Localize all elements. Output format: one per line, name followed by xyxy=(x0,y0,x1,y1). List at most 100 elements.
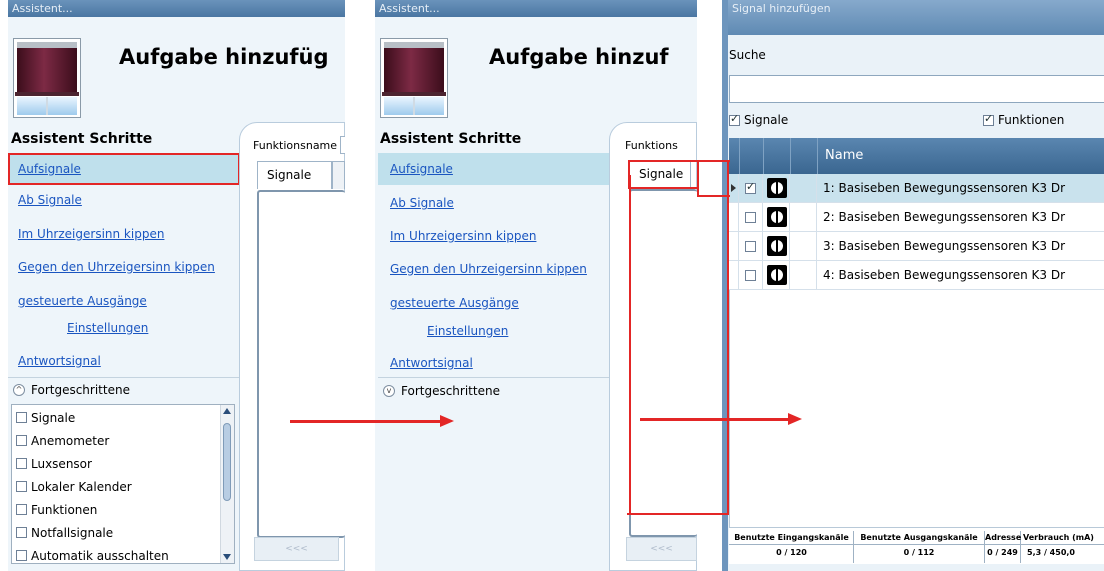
row-checkbox[interactable] xyxy=(745,241,756,252)
row-name: 2: Basiseben Bewegungssensoren K3 Dr xyxy=(823,210,1066,224)
advanced-label: Fortgeschrittene xyxy=(31,383,130,397)
row-name: 3: Basiseben Bewegungssensoren K3 Dr xyxy=(823,239,1066,253)
scrollbar[interactable] xyxy=(220,405,234,563)
row-pointer-icon xyxy=(731,184,736,192)
check-icon: ✓ xyxy=(746,180,756,193)
checkbox[interactable] xyxy=(16,458,27,469)
item-label: Luxsensor xyxy=(31,456,92,471)
back-button[interactable]: <<< xyxy=(626,537,697,561)
scroll-thumb[interactable] xyxy=(223,423,231,501)
row-checkbox[interactable] xyxy=(745,270,756,281)
step-link-einstellungen[interactable]: Einstellungen xyxy=(427,324,508,338)
status-value-consumption: 5,3 / 450,0 xyxy=(1027,548,1075,557)
step-link-gegen-uhrzeigersinn[interactable]: Gegen den Uhrzeigersinn kippen xyxy=(390,262,587,276)
step-link[interactable]: Aufsignale xyxy=(18,162,81,176)
step-link-ab-signale[interactable]: Ab Signale xyxy=(18,193,82,207)
status-header-consumption: Verbrauch (mA) xyxy=(1023,533,1094,542)
window-title-bar[interactable]: Assistent... xyxy=(375,0,697,17)
advanced-item[interactable]: Automatik ausschalten xyxy=(16,544,169,563)
steps-title: Assistent Schritte xyxy=(11,131,153,147)
status-header-outputs: Benutzte Ausgangskanäle xyxy=(860,533,978,542)
column-header-name[interactable]: Name xyxy=(825,148,863,163)
blind-icon xyxy=(13,38,81,118)
step-link-uhrzeigersinn[interactable]: Im Uhrzeigersinn kippen xyxy=(390,229,536,243)
advanced-list: Signale Anemometer Luxsensor Lokaler Kal… xyxy=(11,404,235,564)
tab-next[interactable] xyxy=(332,161,345,189)
checkbox-checked[interactable]: ✓ xyxy=(729,111,740,126)
steps-title: Assistent Schritte xyxy=(380,131,522,147)
checkbox-checked[interactable]: ✓ xyxy=(983,111,994,126)
status-header-inputs: Benutzte Eingangskanäle xyxy=(734,533,849,542)
highlight-connector xyxy=(629,175,631,515)
filter-label: Funktionen xyxy=(998,113,1065,127)
step-link-antwortsignal[interactable]: Antwortsignal xyxy=(390,356,473,370)
check-icon: ✓ xyxy=(730,111,740,125)
status-header-address: Adresse xyxy=(985,533,1022,542)
advanced-item[interactable]: Lokaler Kalender xyxy=(16,475,169,498)
item-label: Automatik ausschalten xyxy=(31,548,169,563)
advanced-divider xyxy=(378,377,610,378)
annotation-line xyxy=(697,195,730,197)
advanced-toggle[interactable]: v Fortgeschrittene xyxy=(383,384,500,398)
advanced-toggle[interactable]: ^ Fortgeschrittene xyxy=(13,383,130,397)
item-label: Signale xyxy=(31,410,76,425)
window-title-bar[interactable]: Assistent... xyxy=(8,0,345,17)
annotation-line xyxy=(727,161,729,515)
step-link-gesteuerte-ausgaenge[interactable]: gesteuerte Ausgänge xyxy=(18,294,147,308)
row-checkbox[interactable]: ✓ xyxy=(745,180,756,194)
step-item-aufsignale[interactable]: Aufsignale xyxy=(8,153,240,185)
motion-sensor-icon xyxy=(767,178,787,198)
status-value-address: 0 / 249 xyxy=(987,548,1018,557)
checkbox[interactable] xyxy=(16,527,27,538)
table-row[interactable]: 3: Basiseben Bewegungssensoren K3 Dr xyxy=(729,232,1104,261)
checkbox[interactable] xyxy=(16,481,27,492)
motion-sensor-icon xyxy=(767,236,787,256)
signal-listbox[interactable] xyxy=(629,189,697,537)
table-row[interactable]: ✓ 1: Basiseben Bewegungssensoren K3 Dr xyxy=(729,174,1104,203)
filter-label: Signale xyxy=(744,113,789,127)
advanced-item[interactable]: Anemometer xyxy=(16,429,169,452)
chevron-down-icon: v xyxy=(383,385,395,397)
motion-sensor-icon xyxy=(767,265,787,285)
checkbox[interactable] xyxy=(16,550,27,561)
wizard-window-2: Assistent... Aufgabe hinzuf Assistent Sc… xyxy=(375,0,697,571)
annotation-line xyxy=(627,513,727,515)
status-value-outputs: 0 / 112 xyxy=(903,548,935,557)
step-item-aufsignale[interactable]: Aufsignale xyxy=(378,153,610,185)
wizard-window-1: Assistent... Aufgabe hinzufüg Assistent … xyxy=(8,0,345,571)
step-link-ab-signale[interactable]: Ab Signale xyxy=(390,196,454,210)
checkbox[interactable] xyxy=(16,412,27,423)
table-row[interactable]: 2: Basiseben Bewegungssensoren K3 Dr xyxy=(729,203,1104,232)
scroll-up-icon[interactable] xyxy=(223,408,231,414)
scroll-down-icon[interactable] xyxy=(223,554,231,560)
back-button[interactable]: <<< xyxy=(254,537,339,561)
advanced-item[interactable]: Funktionen xyxy=(16,498,169,521)
function-name-label: Funktions xyxy=(625,139,678,152)
dialog-title-bar[interactable]: Signal hinzufügen xyxy=(728,0,1104,35)
advanced-item[interactable]: Signale xyxy=(16,406,169,429)
signal-listbox[interactable] xyxy=(257,190,345,538)
advanced-item[interactable]: Luxsensor xyxy=(16,452,169,475)
step-link-gegen-uhrzeigersinn[interactable]: Gegen den Uhrzeigersinn kippen xyxy=(18,260,215,274)
tab-signale[interactable]: Signale xyxy=(257,161,332,189)
row-checkbox[interactable] xyxy=(745,212,756,223)
table-row[interactable]: 4: Basiseben Bewegungssensoren K3 Dr xyxy=(729,261,1104,290)
name-input[interactable] xyxy=(340,136,345,154)
check-icon: ✓ xyxy=(984,111,994,125)
checkbox[interactable] xyxy=(16,504,27,515)
filter-signals[interactable]: ✓ Signale xyxy=(729,111,789,127)
step-link-antwortsignal[interactable]: Antwortsignal xyxy=(18,354,101,368)
motion-sensor-icon xyxy=(767,207,787,227)
step-link-gesteuerte-ausgaenge[interactable]: gesteuerte Ausgänge xyxy=(390,296,519,310)
checkbox[interactable] xyxy=(16,435,27,446)
search-input[interactable] xyxy=(729,75,1104,103)
blind-icon xyxy=(380,38,448,118)
step-link-uhrzeigersinn[interactable]: Im Uhrzeigersinn kippen xyxy=(18,227,164,241)
step-link-einstellungen[interactable]: Einstellungen xyxy=(67,321,148,335)
item-label: Notfallsignale xyxy=(31,525,114,540)
search-label: Suche xyxy=(729,48,766,62)
step-link[interactable]: Aufsignale xyxy=(390,162,453,176)
advanced-item[interactable]: Notfallsignale xyxy=(16,521,169,544)
page-heading: Aufgabe hinzufüg xyxy=(119,45,329,69)
filter-functions[interactable]: ✓ Funktionen xyxy=(983,111,1065,127)
